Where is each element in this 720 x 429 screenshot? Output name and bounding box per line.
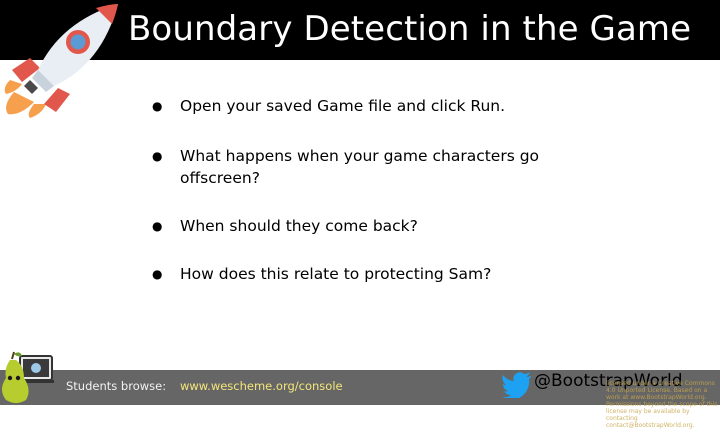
- students-browse-label: Students browse:: [66, 379, 167, 393]
- bullet-item: Open your saved Game file and click Run.: [152, 95, 572, 117]
- pear-mascot-icon: [2, 351, 54, 403]
- rocket-icon: [4, 4, 118, 118]
- slide-title: Boundary Detection in the Game: [128, 9, 692, 49]
- bullet-item: What happens when your game characters g…: [152, 145, 572, 189]
- twitter-bird-icon: [502, 372, 531, 398]
- wescheme-url-link[interactable]: www.wescheme.org/console: [180, 379, 343, 393]
- bullet-item: When should they come back?: [152, 215, 572, 237]
- bullet-item: How does this relate to protecting Sam?: [152, 263, 572, 285]
- bullet-list: Open your saved Game file and click Run.…: [152, 92, 572, 285]
